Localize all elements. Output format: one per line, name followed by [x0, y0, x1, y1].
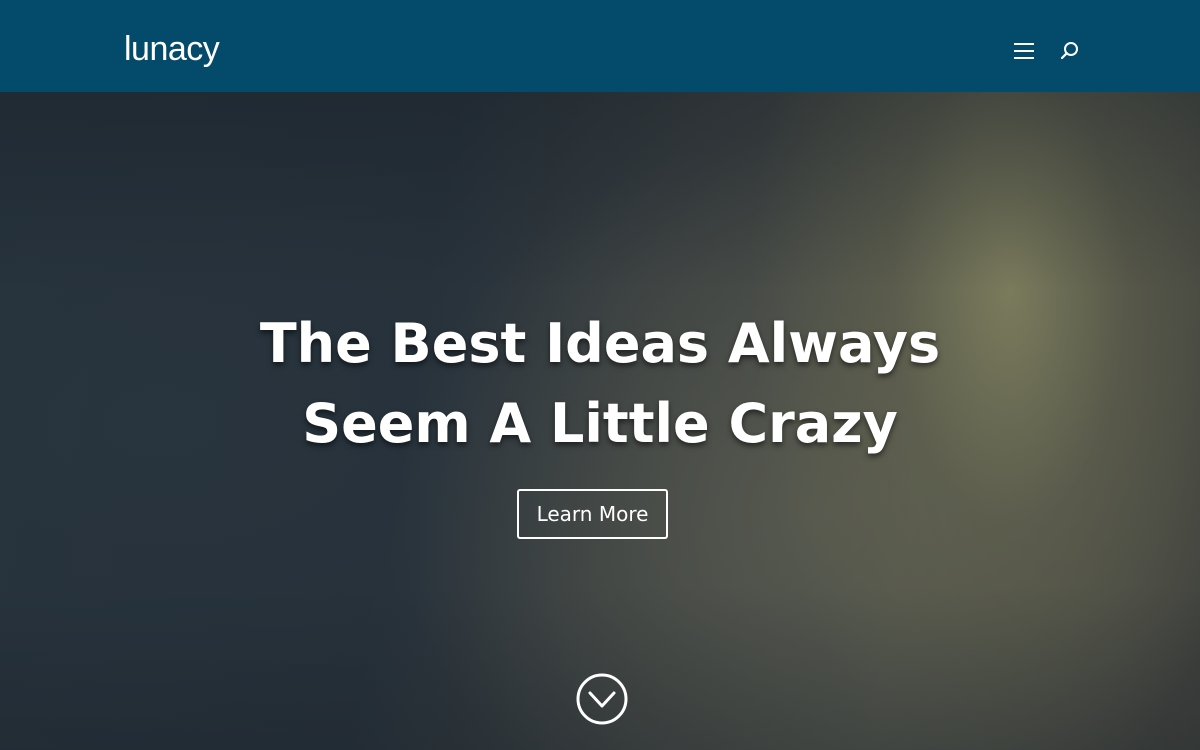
chevron-down-circle-icon[interactable]	[575, 672, 629, 726]
site-header: lunacy	[0, 0, 1200, 92]
search-icon[interactable]	[1058, 38, 1082, 62]
hero-headline-line-2: Seem A Little Crazy	[302, 392, 898, 455]
logo-text: lunacy	[124, 30, 220, 68]
hero-headline-line-1: The Best Ideas Always	[259, 312, 941, 375]
site-logo[interactable]: lunacy	[120, 12, 245, 80]
hero-section: The Best Ideas Always Seem A Little Crazy…	[0, 92, 1200, 750]
page: lunacy The Best Ideas Always Seem A Littl…	[0, 0, 1200, 750]
hamburger-menu-icon[interactable]	[1012, 40, 1036, 62]
hero-headline: The Best Ideas Always Seem A Little Crazy	[200, 304, 1000, 464]
learn-more-button[interactable]: Learn More	[517, 489, 668, 539]
